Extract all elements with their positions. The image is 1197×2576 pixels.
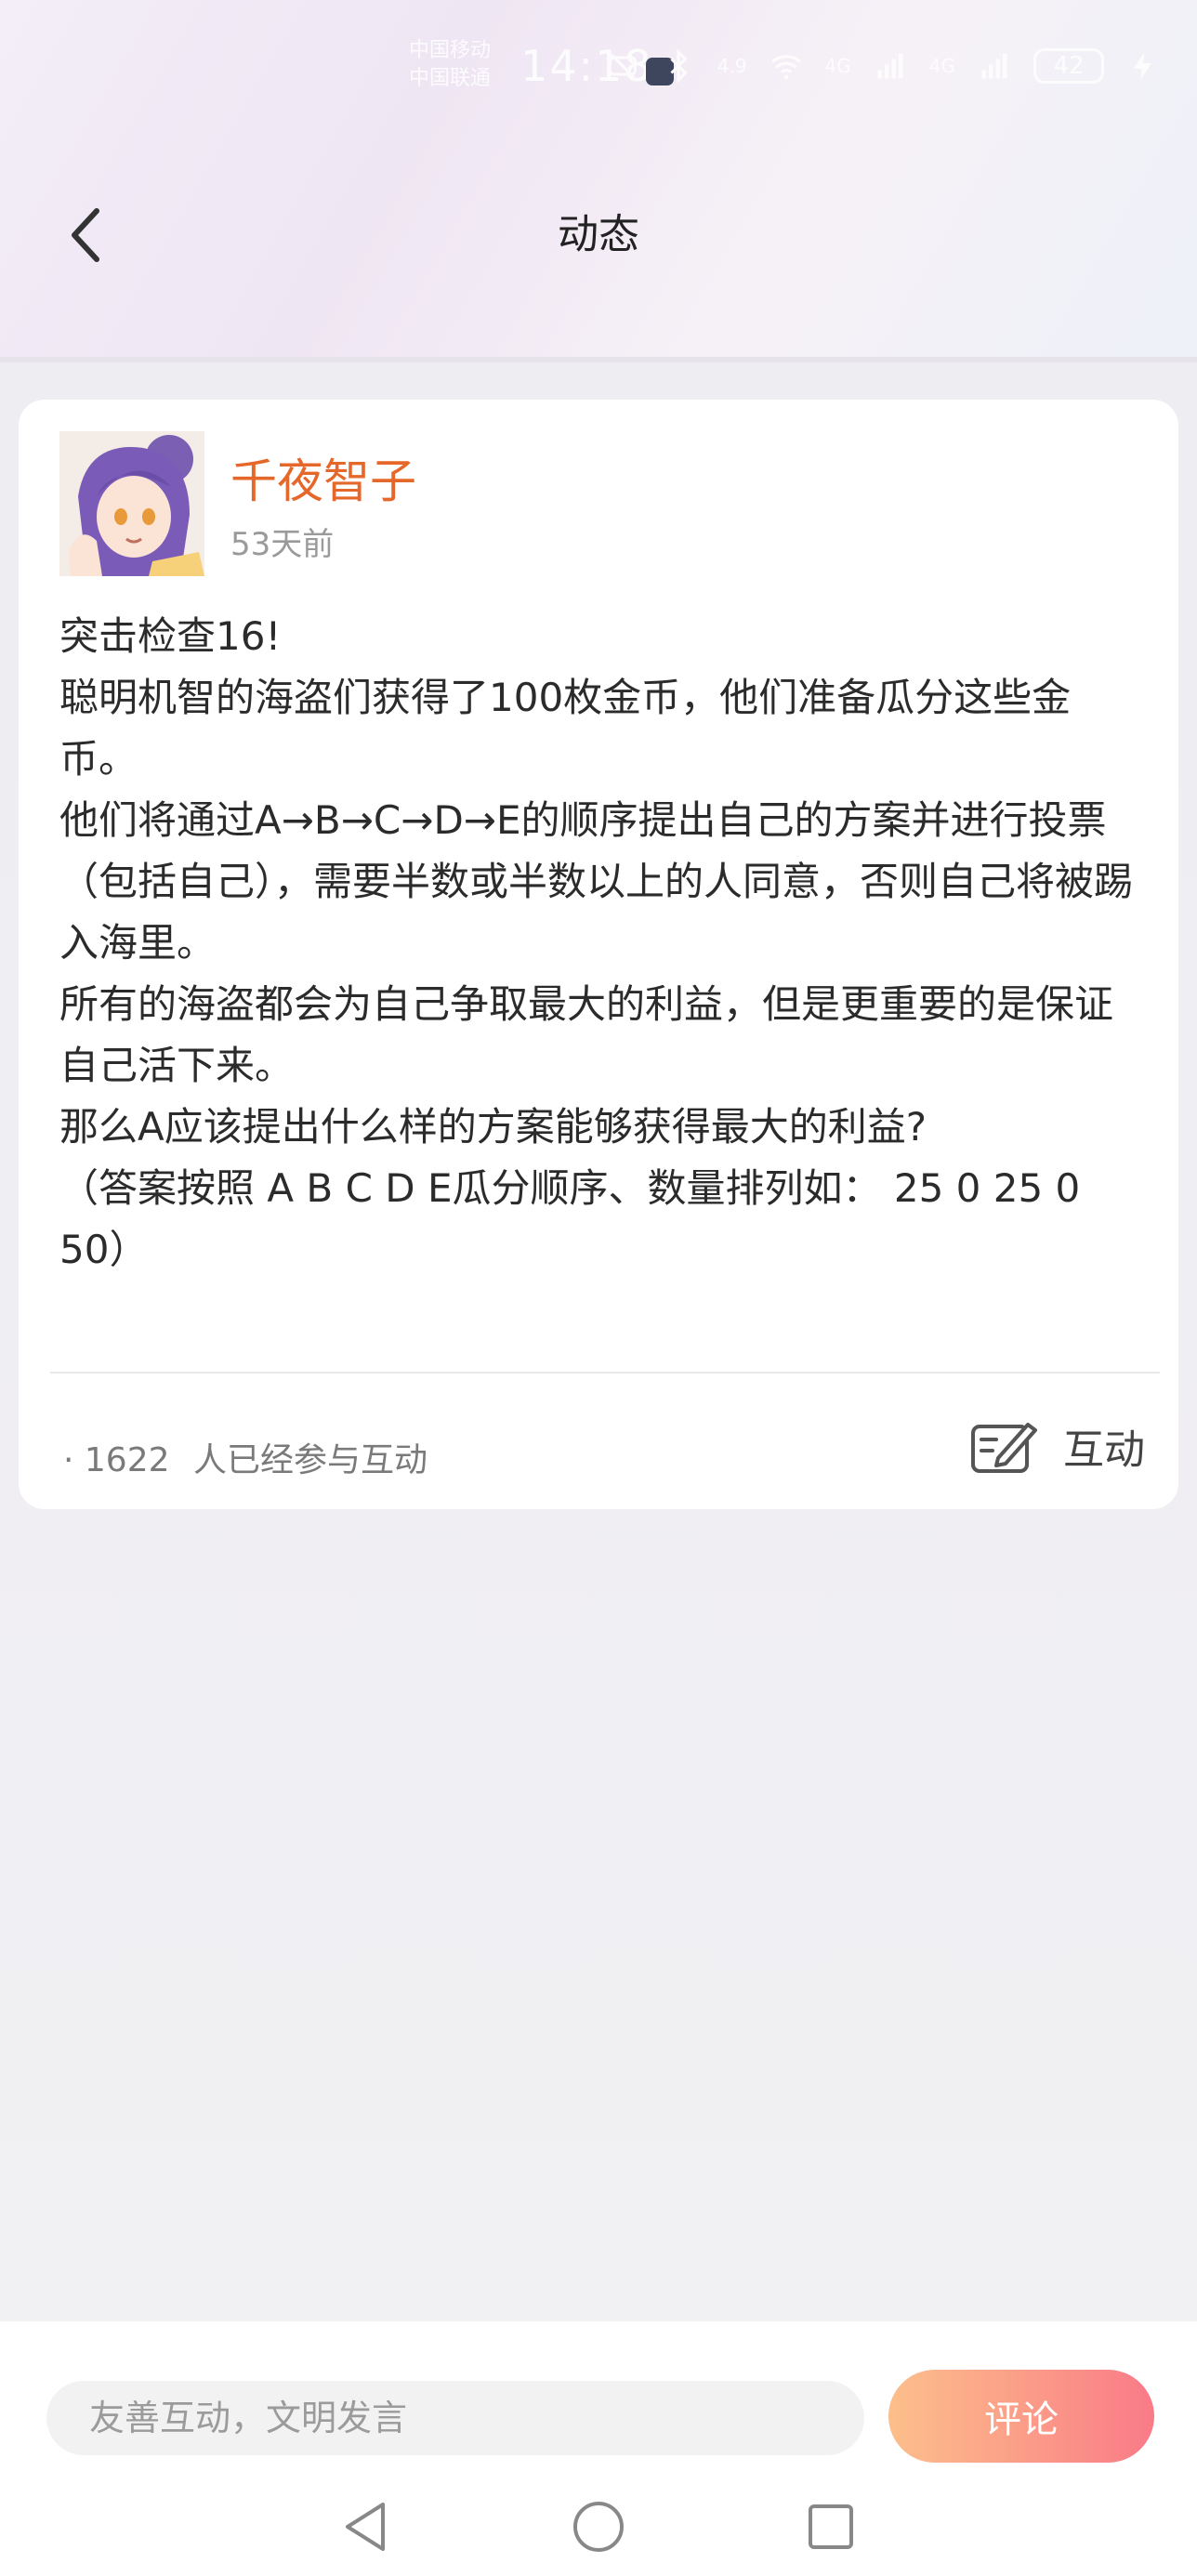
interact-button[interactable]: 互动 [970,1416,1145,1476]
post-card: 千夜智子 53天前 突击检查16! 聪明机智的海盗们获得了100枚金币，他们准备… [19,400,1178,1509]
signal-icon-2 [981,53,1007,79]
divider [50,1372,1160,1373]
screen: 中国移动 中国联通 14:18 4.9 4G 4G 42 动态 千夜智子 53天… [0,0,1197,2576]
mute-icon [608,53,637,79]
system-nav-bar [0,2485,1197,2569]
page-title: 动态 [558,211,639,258]
participation-count: · 1622 人已经参与互动 [63,1433,428,1481]
battery-indicator: 42 [1033,48,1104,84]
post-body: 突击检查16! 聪明机智的海盗们获得了100枚金币，他们准备瓜分这些金币。 他们… [59,606,1147,1281]
signal-label-2: 4G [928,55,955,77]
post-line: 他们将通过A→B→C→D→E的顺序提出自己的方案并进行投票（包括自己），需要半数… [59,797,1134,966]
status-icons: 4.9 4G 4G 42 [606,48,1160,84]
carrier-1: 中国移动 [409,39,492,62]
participation-number: · 1622 [63,1441,170,1479]
signal-icon-1 [877,53,903,79]
post-line: 聪明机智的海盗们获得了100枚金币，他们准备瓜分这些金币。 [59,675,1072,782]
participation-text: 人已经参与互动 [192,1441,428,1479]
comment-bar: 评论 [0,2321,1197,2576]
battery-level: 42 [1053,52,1085,80]
nav-back-button[interactable] [329,2490,403,2564]
avatar-illustration [59,431,204,576]
circle-home-icon [573,2502,624,2552]
comment-input[interactable] [46,2381,864,2455]
post-line: （答案按照 A B C D E瓜分顺序、数量排列如： 25 0 25 0 50） [59,1165,1081,1272]
post-line: 所有的海盗都会为自己争取最大的利益，但是更重要的是保证自己活下来。 [59,981,1114,1088]
author-name[interactable]: 千夜智子 [230,444,416,511]
bluetooth-icon [670,49,688,83]
data-speed: 4.9 [717,55,747,77]
post-line: 突击检查16! [59,613,282,659]
edit-note-icon [971,1423,1037,1473]
signal-label-1: 4G [824,55,851,77]
nav-home-button[interactable] [561,2490,636,2564]
avatar[interactable] [59,431,204,576]
interact-label: 互动 [1063,1426,1145,1474]
post-time: 53天前 [230,526,335,563]
carrier-2: 中国联通 [409,67,492,90]
status-bar: 中国移动 中国联通 14:18 4.9 4G 4G 42 [0,0,1197,139]
nav-recents-button[interactable] [794,2490,868,2564]
charging-icon [1133,52,1151,80]
triangle-back-icon [346,2503,385,2551]
wifi-icon [770,55,801,80]
square-recents-icon [809,2504,853,2549]
post-line: 那么A应该提出什么样的方案能够获得最大的利益? [59,1104,927,1150]
carrier-info: 中国移动 中国联通 [409,37,491,93]
comment-button[interactable]: 评论 [888,2370,1154,2463]
